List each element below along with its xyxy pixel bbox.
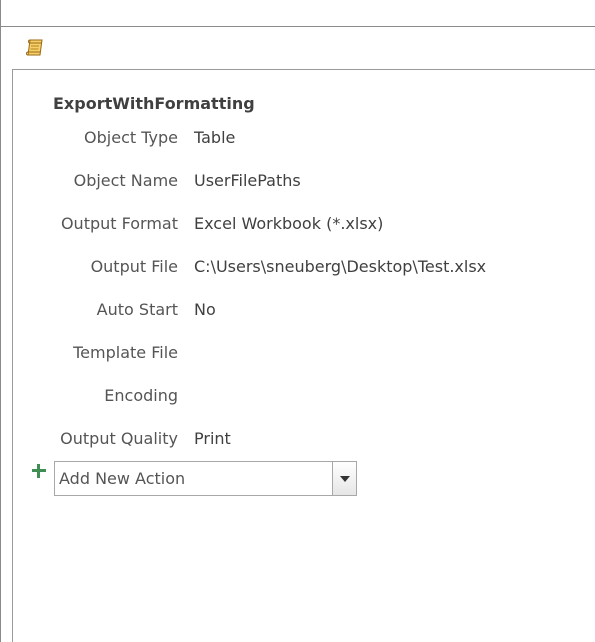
window-top-border [0, 26, 595, 27]
macro-scroll-icon [26, 39, 43, 56]
add-new-action-text[interactable]: Add New Action [59, 469, 185, 488]
arg-value-output-quality[interactable]: Print [194, 429, 231, 448]
window-left-border [0, 0, 1, 642]
arg-label-auto-start: Auto Start [96, 300, 178, 319]
action-block-frame-left [12, 69, 13, 642]
plus-icon[interactable] [32, 464, 46, 478]
arg-value-auto-start[interactable]: No [194, 300, 216, 319]
action-name[interactable]: ExportWithFormatting [53, 94, 255, 113]
arg-label-template-file: Template File [73, 343, 178, 362]
arg-value-output-format[interactable]: Excel Workbook (*.xlsx) [194, 214, 383, 233]
arg-label-object-type: Object Type [84, 128, 178, 147]
add-new-action-combo[interactable]: Add New Action [54, 461, 357, 496]
arg-value-output-file[interactable]: C:\Users\sneuberg\Desktop\Test.xlsx [194, 257, 486, 276]
arg-value-object-name[interactable]: UserFilePaths [194, 171, 301, 190]
arg-label-output-format: Output Format [60, 214, 178, 233]
dropdown-arrow-icon[interactable] [332, 462, 356, 495]
arg-value-object-type[interactable]: Table [194, 128, 235, 147]
arg-label-encoding: Encoding [104, 386, 178, 405]
arg-label-output-file: Output File [90, 257, 178, 276]
action-block-frame-top [12, 69, 595, 70]
arg-label-output-quality: Output Quality [60, 429, 178, 448]
arg-label-object-name: Object Name [73, 171, 178, 190]
